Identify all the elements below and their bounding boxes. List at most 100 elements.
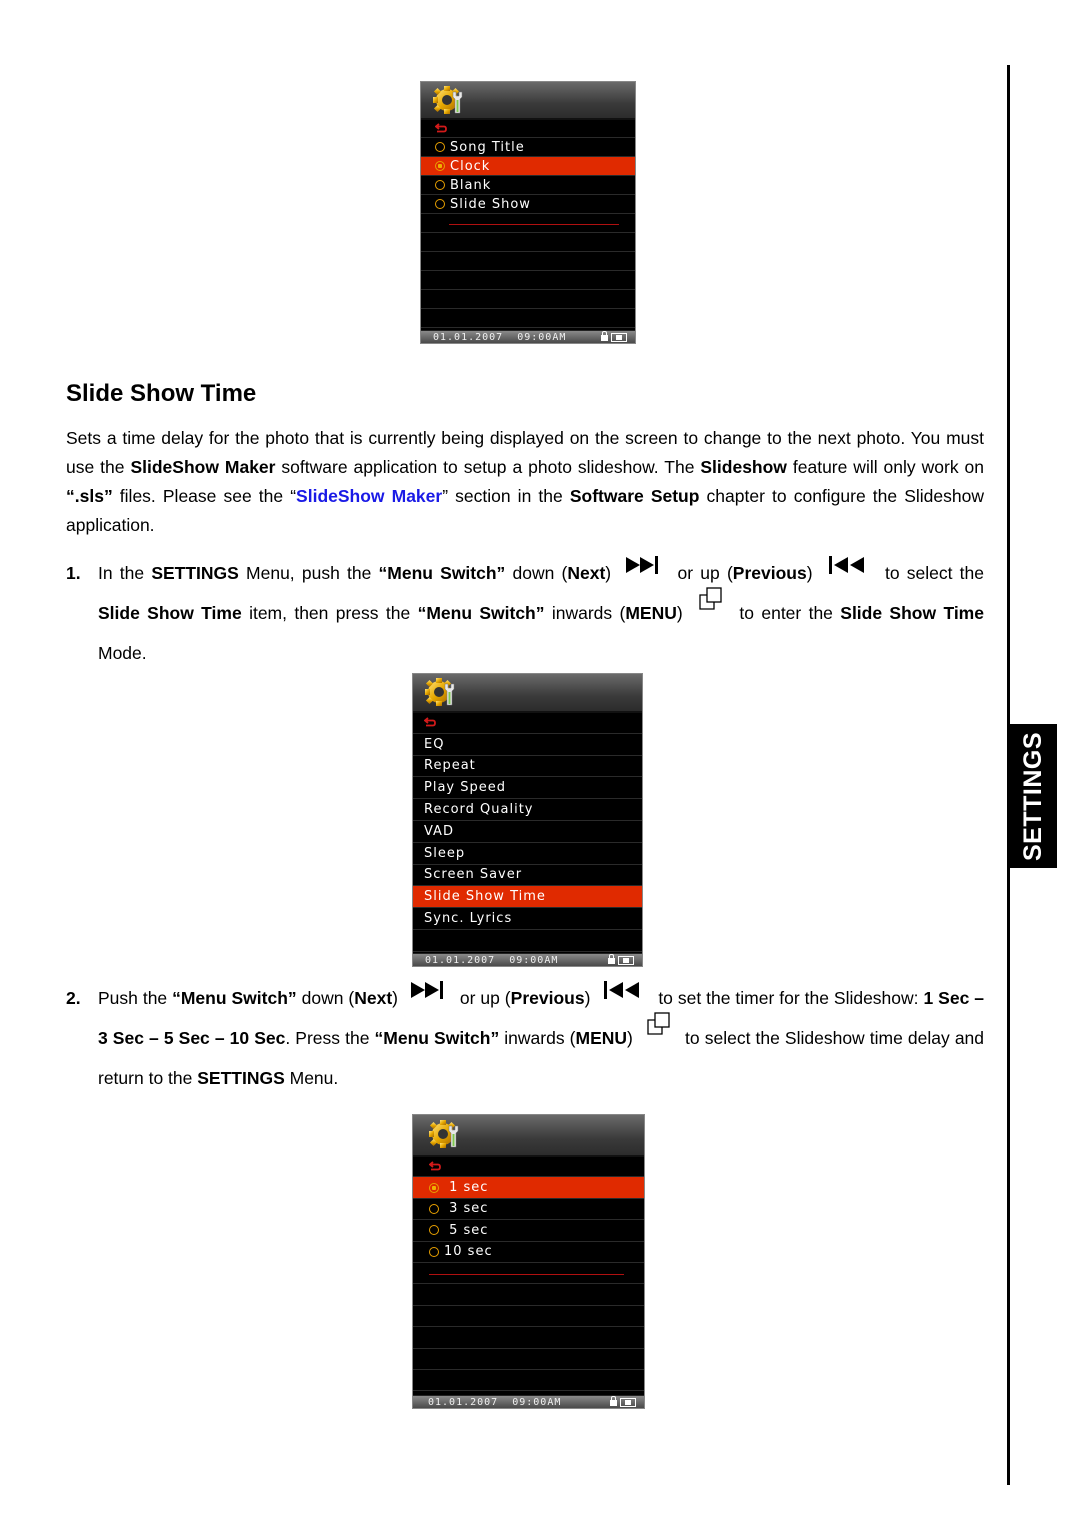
text: ” section in the: [442, 486, 570, 506]
emphasis: Previous: [510, 988, 585, 1008]
slideshow-maker-link[interactable]: SlideShow Maker: [296, 486, 442, 506]
menu-item[interactable]: EQ: [413, 734, 642, 756]
text: to enter the: [739, 603, 841, 623]
menu-item[interactable]: Sleep: [413, 843, 642, 865]
empty-row: [413, 1263, 644, 1285]
screen-header: [413, 674, 642, 713]
emphasis: “Menu Switch”: [172, 988, 297, 1008]
emphasis: SETTINGS: [151, 563, 239, 583]
section-intro: Sets a time delay for the photo that is …: [66, 424, 984, 540]
menu-item-label: EQ: [424, 736, 445, 752]
back-row[interactable]: [413, 712, 642, 734]
text: inwards (: [499, 1028, 576, 1048]
menu-item[interactable]: Record Quality: [413, 799, 642, 821]
status-time: 09:00AM: [509, 954, 559, 966]
radio-selected-icon: [429, 1182, 439, 1193]
text: item, then press the: [241, 603, 418, 623]
text: inwards (: [544, 603, 626, 623]
back-arrow-icon: [424, 717, 436, 727]
menu-item[interactable]: Play Speed: [413, 777, 642, 800]
radio-empty-icon: [435, 199, 445, 209]
back-row[interactable]: [413, 1156, 644, 1178]
text: to set the timer for the Slideshow:: [658, 988, 924, 1008]
menu-item-label: 3 sec: [444, 1201, 489, 1217]
menu-item-label: Play Speed: [424, 780, 506, 796]
settings-gear-wrench-icon: [429, 1120, 463, 1150]
menu-item-label: Screen Saver: [424, 867, 523, 883]
emphasis: SETTINGS: [197, 1068, 285, 1088]
back-row[interactable]: [421, 119, 635, 138]
menu-item-label: Sleep: [424, 845, 466, 861]
empty-row: [413, 1306, 644, 1328]
step-1: 1. In the SETTINGS Menu, push the “Menu …: [66, 553, 984, 673]
empty-row: [413, 930, 642, 952]
text: Mode.: [98, 643, 147, 663]
menu-item[interactable]: VAD: [413, 821, 642, 843]
emphasis: MENU: [625, 603, 677, 623]
back-arrow-icon: [429, 1161, 441, 1171]
emphasis: Slide Show Time: [98, 603, 242, 623]
text: ): [627, 1028, 633, 1048]
text: ): [605, 563, 612, 583]
menu-item[interactable]: 3 sec: [413, 1199, 644, 1221]
menu-item-label: 10 sec: [444, 1244, 493, 1260]
empty-row: [421, 290, 635, 309]
emphasis: Next: [567, 563, 606, 583]
menu-item[interactable]: Sync. Lyrics: [413, 908, 642, 930]
menu-item[interactable]: Slide Show Time: [413, 886, 642, 909]
device-screen-settings-menu: EQ Repeat Play Speed Record Quality VAD Sleep…: [412, 673, 643, 967]
radio-empty-icon: [429, 1225, 439, 1236]
menu-item[interactable]: Blank: [421, 176, 635, 195]
lock-icon: [601, 331, 608, 341]
battery-icon: [618, 955, 634, 965]
menu-item-label: Repeat: [424, 758, 476, 774]
empty-row: [413, 1349, 644, 1370]
screen-header: [421, 82, 635, 120]
settings-gear-wrench-icon: [433, 86, 467, 116]
text: ): [676, 603, 683, 623]
menu-item-label: VAD: [424, 823, 454, 839]
menu-item-label: Song Title: [450, 139, 525, 155]
menu-item[interactable]: 10 sec: [413, 1242, 644, 1263]
lock-icon: [608, 954, 615, 964]
empty-row: [421, 271, 635, 290]
menu-item-label: Record Quality: [424, 802, 534, 818]
menu-item[interactable]: 1 sec: [413, 1177, 644, 1199]
battery-icon: [620, 1397, 636, 1407]
empty-row: [413, 1327, 644, 1349]
step-number: 1.: [66, 563, 81, 583]
emphasis: “.sls”: [66, 486, 113, 506]
text: Menu, push the: [238, 563, 379, 583]
menu-item[interactable]: 5 sec: [413, 1220, 644, 1242]
radio-selected-icon: [435, 161, 445, 171]
menu-item[interactable]: Clock: [421, 157, 635, 176]
menu-item[interactable]: Screen Saver: [413, 865, 642, 887]
radio-empty-icon: [435, 180, 445, 190]
menu-squares-icon: [699, 587, 722, 610]
status-bar: 01.01.2007 09:00AM: [413, 953, 642, 966]
text: ): [584, 988, 591, 1008]
menu-item[interactable]: Repeat: [413, 756, 642, 778]
screen-header: [413, 1115, 644, 1157]
menu-item[interactable]: Slide Show: [421, 195, 635, 214]
back-arrow-icon: [435, 123, 447, 133]
emphasis: Previous: [732, 563, 807, 583]
menu-item[interactable]: Song Title: [421, 138, 635, 157]
empty-row: [421, 233, 635, 252]
empty-row: [413, 1284, 644, 1306]
emphasis: Slideshow: [700, 457, 787, 477]
text: down (: [296, 988, 355, 1008]
menu-item-label: 5 sec: [444, 1222, 489, 1238]
radio-empty-icon: [429, 1246, 439, 1257]
skip-next-icon: [626, 556, 659, 574]
emphasis: Slide Show Time: [840, 603, 984, 623]
status-date: 01.01.2007: [433, 331, 504, 343]
empty-row: [413, 1370, 644, 1392]
emphasis: Software Setup: [569, 486, 700, 506]
text: Push the: [98, 988, 173, 1008]
settings-gear-wrench-icon: [425, 678, 459, 708]
text: files. Please see the “: [112, 486, 297, 506]
section-title: Slide Show Time: [66, 380, 257, 407]
menu-squares-icon: [647, 1012, 670, 1035]
empty-row: [421, 309, 635, 328]
